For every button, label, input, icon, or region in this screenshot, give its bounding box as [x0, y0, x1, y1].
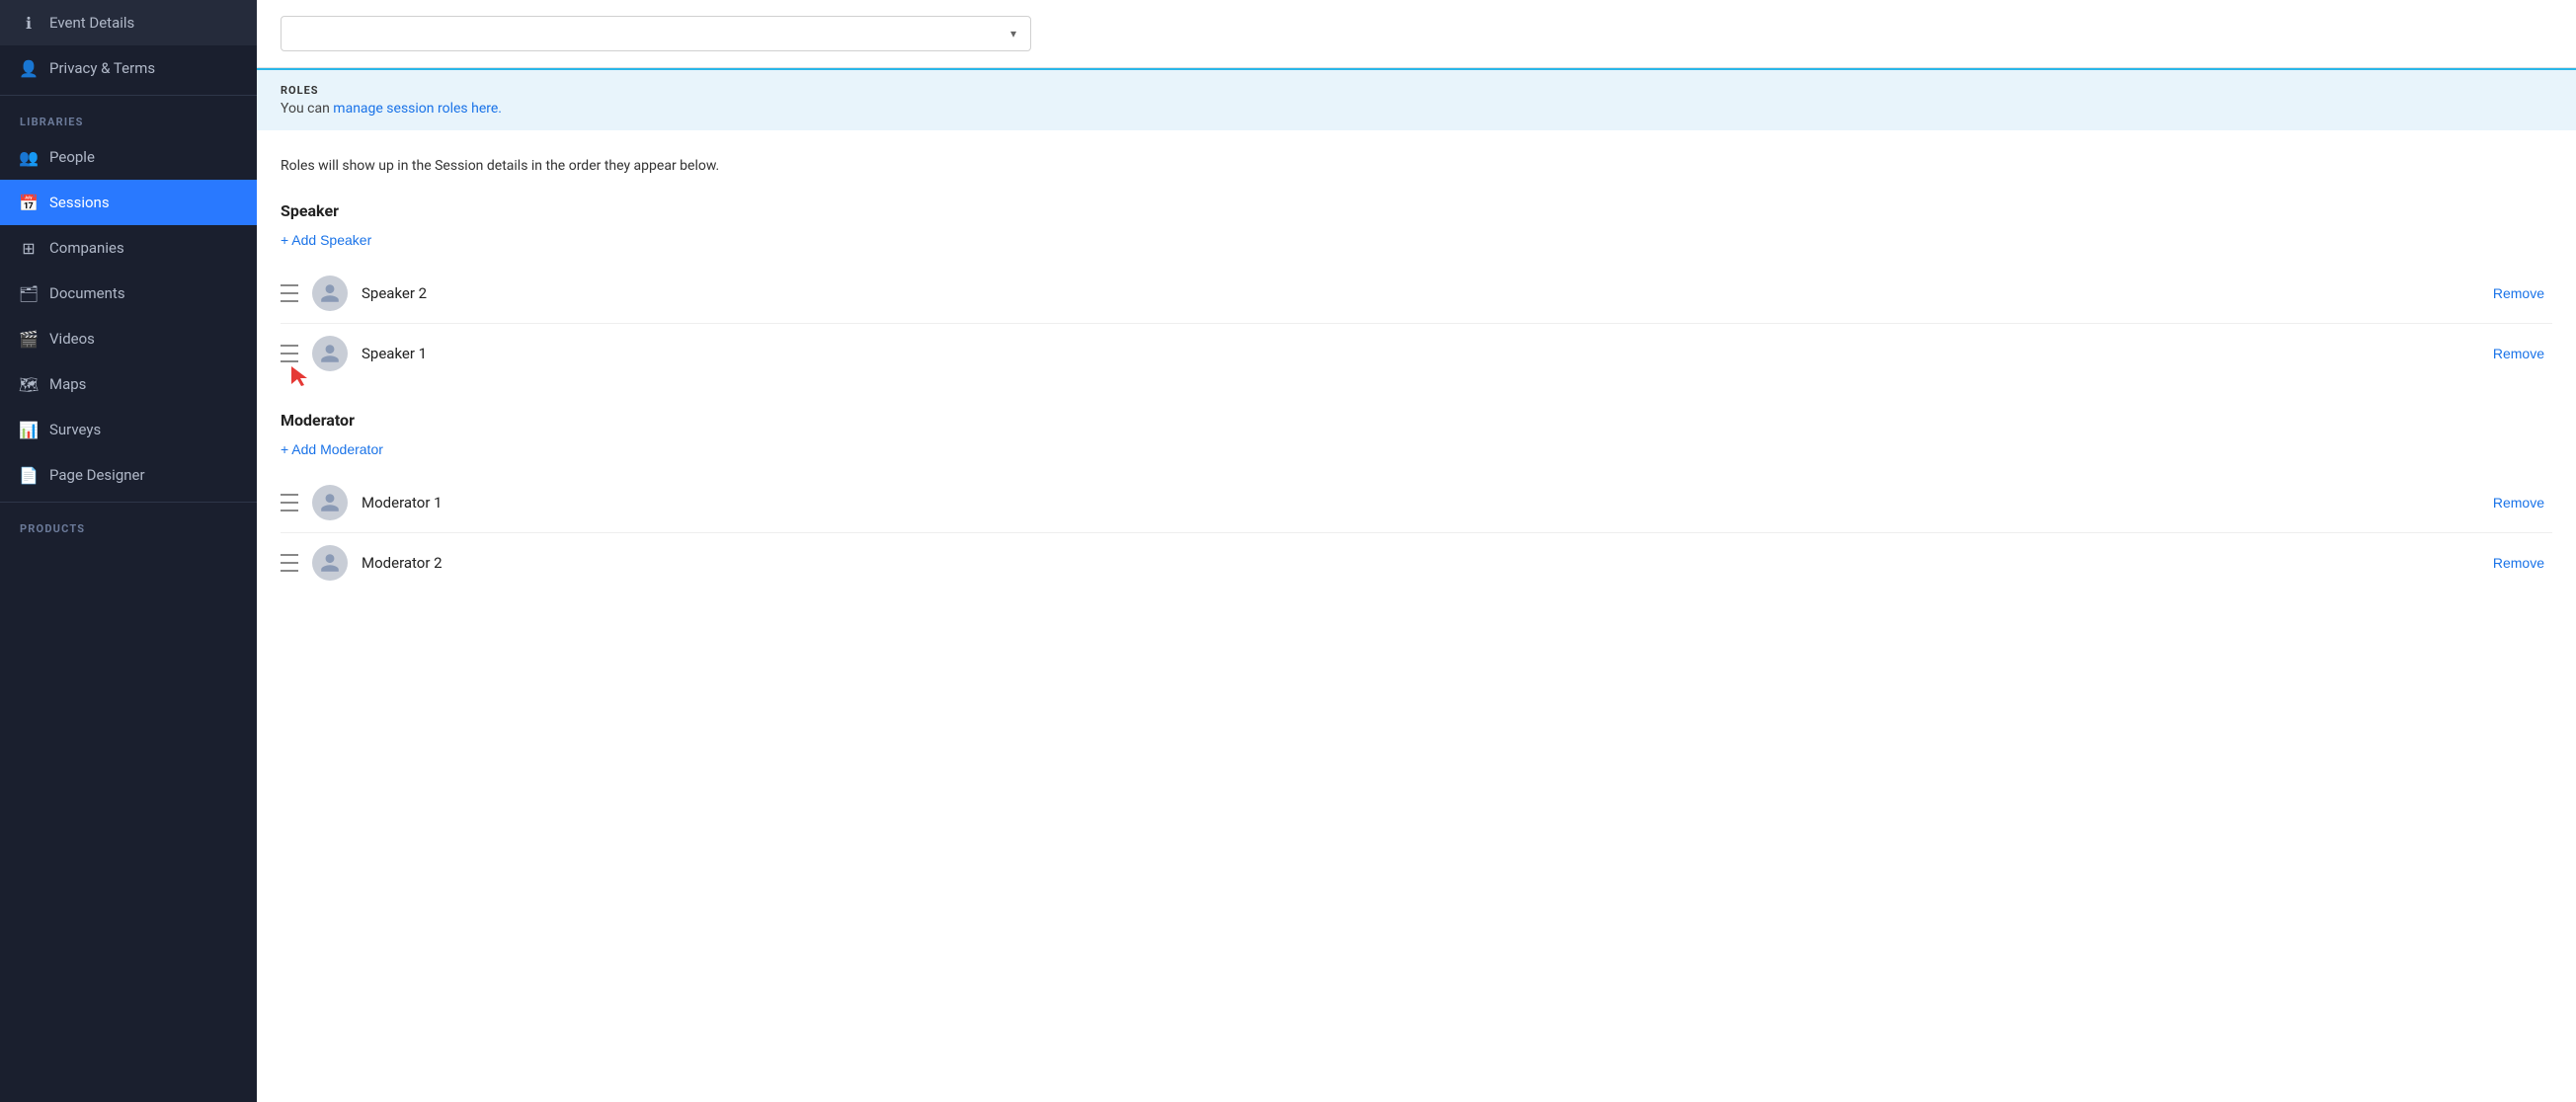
- video-icon: 🎬: [20, 330, 38, 348]
- survey-icon: 📊: [20, 421, 38, 438]
- person-icon: 👤: [20, 59, 38, 77]
- person-name: Moderator 1: [362, 494, 2471, 512]
- sidebar-item-label: Privacy & Terms: [49, 59, 155, 77]
- sidebar-item-label: People: [49, 148, 95, 166]
- sidebar-item-videos[interactable]: 🎬 Videos: [0, 316, 257, 361]
- avatar: [312, 276, 348, 311]
- person-name: Speaker 1: [362, 345, 2471, 362]
- people-icon: 👥: [20, 148, 38, 166]
- table-row: Speaker 1 Remove: [281, 324, 2552, 383]
- sidebar-item-label: Page Designer: [49, 466, 145, 484]
- sidebar-item-sessions[interactable]: 📅 Sessions: [0, 180, 257, 225]
- avatar: [312, 485, 348, 520]
- drag-handle-icon[interactable]: [281, 492, 298, 513]
- calendar-icon: 📅: [20, 194, 38, 211]
- roles-banner-description: You can manage session roles here.: [281, 101, 2552, 117]
- sidebar-item-privacy-terms[interactable]: 👤 Privacy & Terms: [0, 45, 257, 91]
- top-bar: ▾: [257, 0, 2576, 68]
- main-content: ▾ ROLES You can manage session roles her…: [257, 0, 2576, 1102]
- sidebar-item-surveys[interactable]: 📊 Surveys: [0, 407, 257, 452]
- map-icon: 🗺: [20, 375, 38, 393]
- manage-roles-link[interactable]: manage session roles here.: [333, 101, 502, 117]
- remove-moderator-1-button[interactable]: Remove: [2485, 495, 2552, 511]
- sidebar-item-companies[interactable]: ⊞ Companies: [0, 225, 257, 271]
- drag-handle-icon[interactable]: [281, 343, 298, 364]
- moderator-section-title: Moderator: [281, 411, 2552, 430]
- products-section-label: PRODUCTS: [0, 507, 257, 541]
- sidebar-item-label: Surveys: [49, 421, 101, 438]
- documents-icon: 🗂: [20, 284, 38, 302]
- roles-section-label: ROLES: [281, 84, 2552, 97]
- person-name: Moderator 2: [362, 554, 2471, 572]
- table-row: Moderator 1 Remove: [281, 473, 2552, 533]
- drag-handle-icon[interactable]: [281, 552, 298, 574]
- sidebar-item-label: Maps: [49, 375, 86, 393]
- remove-speaker-1-button[interactable]: Remove: [2485, 346, 2552, 361]
- sidebar: ℹ Event Details 👤 Privacy & Terms LIBRAR…: [0, 0, 257, 1102]
- moderator-section: Moderator + Add Moderator Moderator 1 Re…: [281, 411, 2552, 592]
- table-row: Moderator 2 Remove: [281, 533, 2552, 592]
- sidebar-item-label: Documents: [49, 284, 125, 302]
- person-name: Speaker 2: [362, 284, 2471, 302]
- sidebar-item-label: Event Details: [49, 14, 134, 32]
- sidebar-item-label: Companies: [49, 239, 124, 257]
- roles-banner: ROLES You can manage session roles here.: [257, 68, 2576, 130]
- content-area: Roles will show up in the Session detail…: [257, 130, 2576, 648]
- avatar: [312, 545, 348, 581]
- sidebar-item-event-details[interactable]: ℹ Event Details: [0, 0, 257, 45]
- page-designer-icon: 📄: [20, 466, 38, 484]
- grid-icon: ⊞: [20, 239, 38, 257]
- sidebar-item-people[interactable]: 👥 People: [0, 134, 257, 180]
- table-row: Speaker 2 Remove: [281, 264, 2552, 324]
- sidebar-item-label: Videos: [49, 330, 95, 348]
- libraries-section-label: LIBRARIES: [0, 100, 257, 134]
- remove-speaker-2-button[interactable]: Remove: [2485, 285, 2552, 301]
- roles-description: Roles will show up in the Session detail…: [281, 158, 2552, 174]
- session-dropdown[interactable]: ▾: [281, 16, 1031, 51]
- roles-banner-prefix: You can: [281, 101, 333, 117]
- info-icon: ℹ: [20, 14, 38, 32]
- sidebar-item-page-designer[interactable]: 📄 Page Designer: [0, 452, 257, 498]
- chevron-down-icon: ▾: [1010, 27, 1016, 40]
- sidebar-item-documents[interactable]: 🗂 Documents: [0, 271, 257, 316]
- remove-moderator-2-button[interactable]: Remove: [2485, 555, 2552, 571]
- add-speaker-button[interactable]: + Add Speaker: [281, 232, 371, 248]
- drag-handle-icon[interactable]: [281, 282, 298, 304]
- add-moderator-button[interactable]: + Add Moderator: [281, 441, 383, 457]
- speaker-section: Speaker + Add Speaker Speaker 2 Remove: [281, 201, 2552, 383]
- sidebar-item-maps[interactable]: 🗺 Maps: [0, 361, 257, 407]
- avatar: [312, 336, 348, 371]
- speaker-section-title: Speaker: [281, 201, 2552, 220]
- sidebar-item-label: Sessions: [49, 194, 110, 211]
